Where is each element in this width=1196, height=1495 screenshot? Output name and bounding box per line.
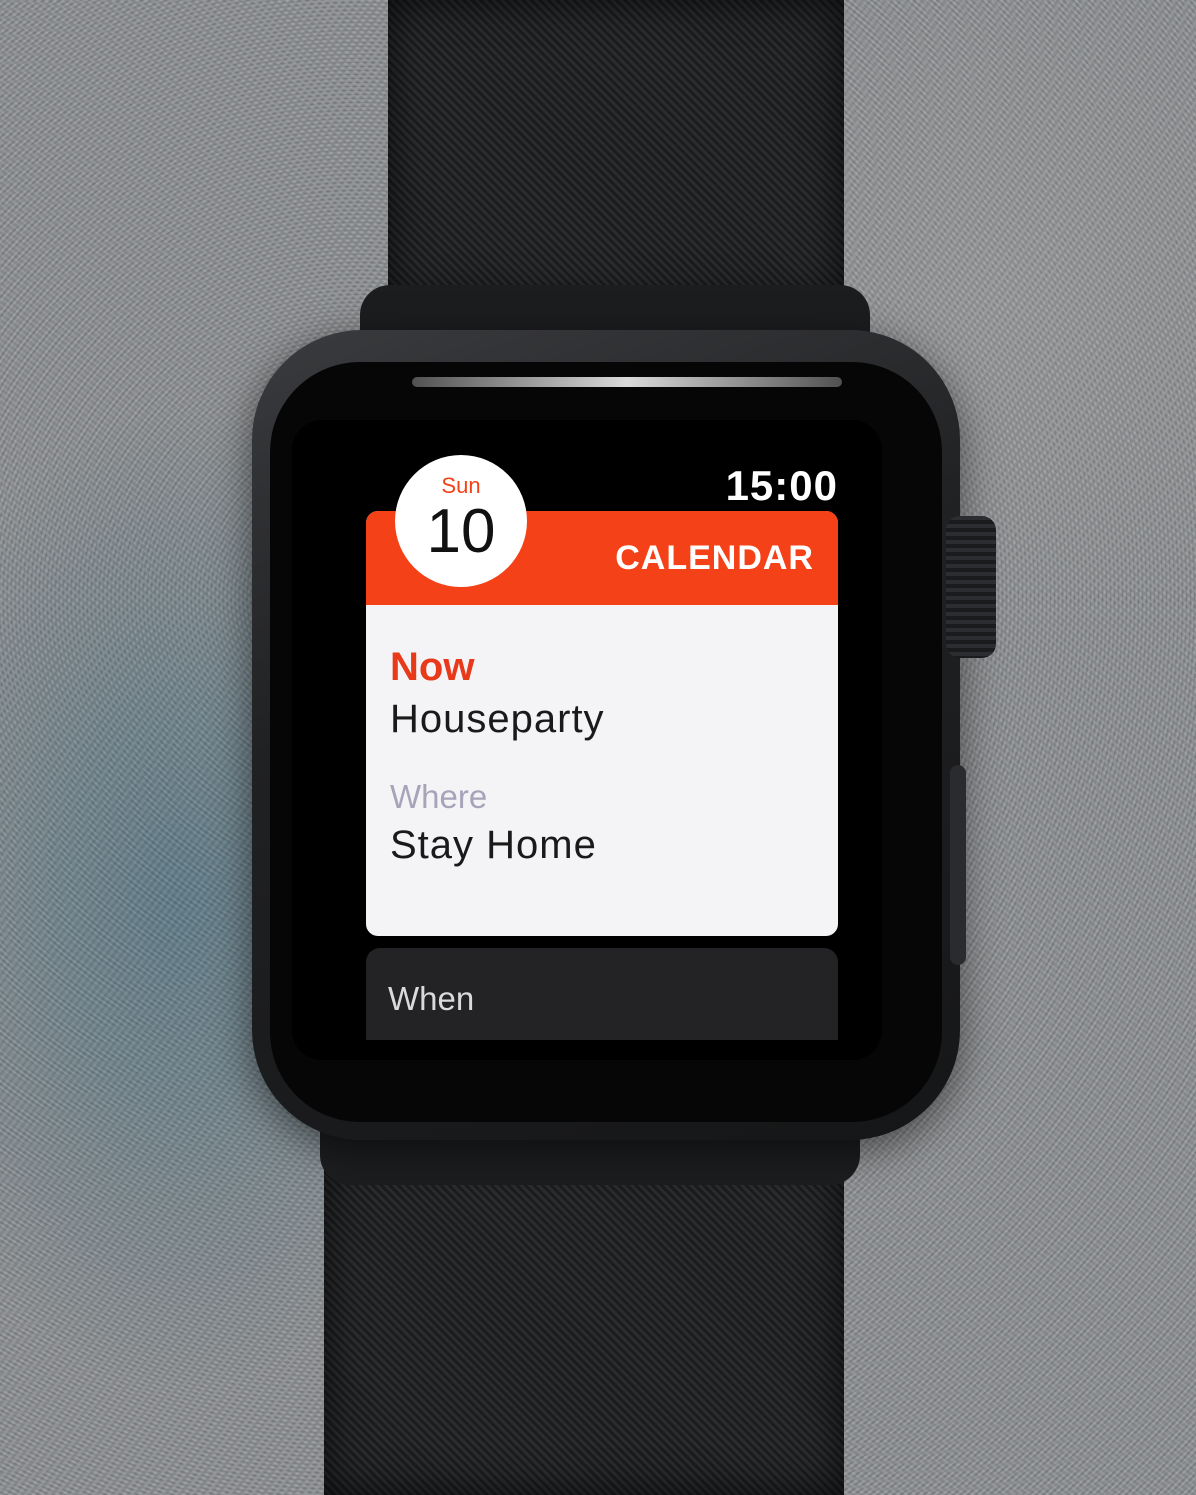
watch-screen: 15:00 CALENDAR Now Houseparty Where Stay… <box>292 420 882 1060</box>
screen-glare <box>412 377 842 387</box>
date-day: 10 <box>426 497 496 566</box>
where-value: Stay Home <box>390 823 597 867</box>
app-name-label: CALENDAR <box>615 539 814 577</box>
event-title: Houseparty <box>390 697 605 741</box>
status-time: 15:00 <box>725 462 838 509</box>
card-body: Now Houseparty Where Stay Home <box>366 605 838 873</box>
digital-crown[interactable] <box>946 516 996 658</box>
event-status-label: Now <box>390 645 475 689</box>
where-label: Where <box>390 778 488 815</box>
date-weekday: Sun <box>441 473 481 498</box>
watch-band-top <box>388 0 844 300</box>
when-label: When <box>388 980 475 1017</box>
screen-bottom-edge <box>292 1040 882 1060</box>
side-button[interactable] <box>950 765 966 965</box>
calendar-app-icon: Sun 10 <box>395 455 527 587</box>
